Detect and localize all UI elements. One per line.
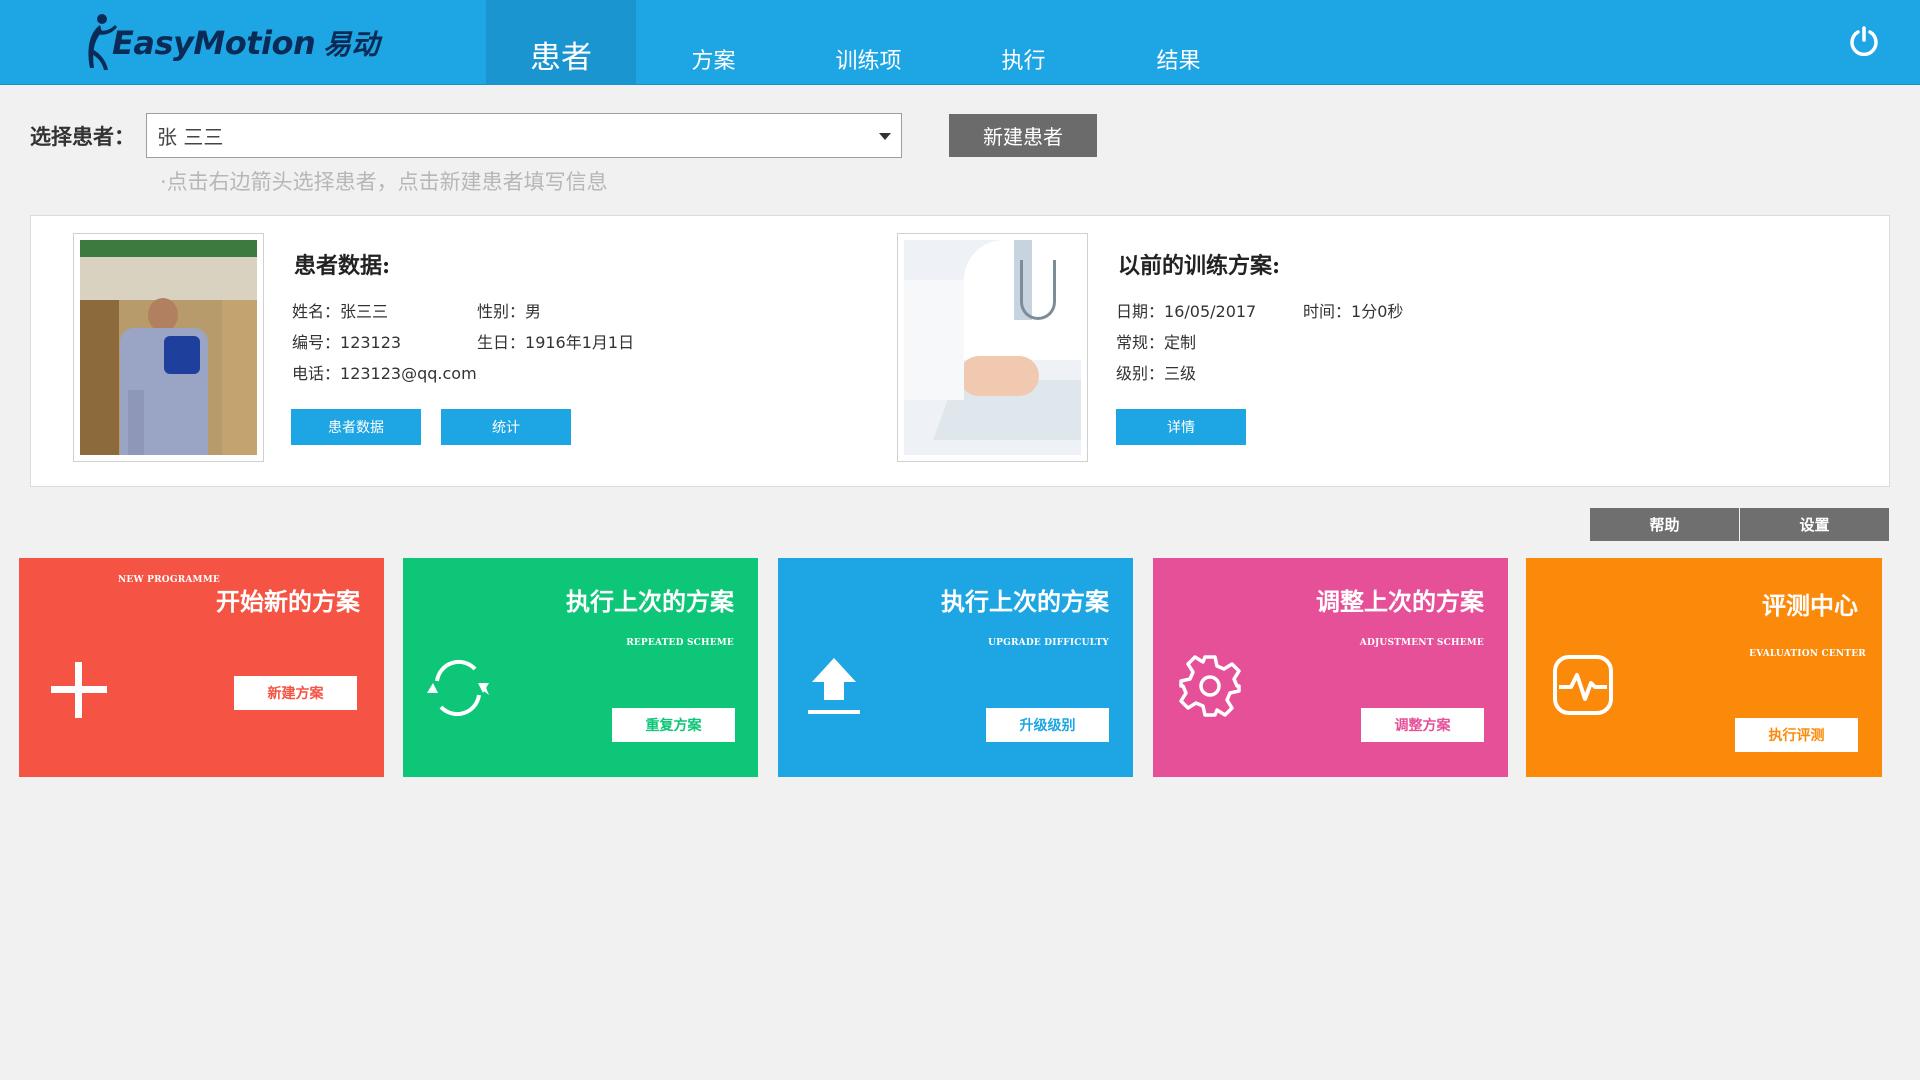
previous-plan-title: 以前的训练方案: (1118, 253, 1281, 279)
tile-subtitle: REPEATED SCHEME (626, 638, 734, 648)
birthday-key: 生日： (477, 333, 526, 352)
upgrade-level-button[interactable]: 升级级别 (986, 708, 1109, 742)
plan-level: 三级 (1164, 364, 1197, 383)
tile-subtitle: UPGRADE DIFFICULTY (988, 638, 1109, 648)
routine-key: 常规： (1116, 333, 1165, 352)
name-key: 姓名： (292, 302, 341, 321)
main-nav: 患者 方案 训练项 执行 结果 (486, 0, 1256, 85)
doctor-photo (897, 233, 1088, 462)
new-plan-button[interactable]: 新建方案 (234, 676, 357, 710)
tile-subtitle: EVALUATION CENTER (1749, 649, 1866, 659)
patient-phone-field: 电话：123123@qq.com (292, 360, 477, 384)
patient-gender-field: 性别：男 (477, 298, 541, 322)
plan-routine: 定制 (1164, 333, 1197, 352)
phone-key: 电话： (292, 364, 341, 383)
tile-upgrade-difficulty[interactable]: 执行上次的方案 UPGRADE DIFFICULTY 升级级别 (778, 558, 1133, 777)
gear-icon (1179, 655, 1241, 717)
plan-time-field: 时间：1分0秒 (1303, 298, 1403, 322)
tile-title: 开始新的方案 (216, 587, 360, 616)
time-key: 时间： (1303, 302, 1352, 321)
tile-evaluation-center[interactable]: 评测中心 EVALUATION CENTER 执行评测 (1526, 558, 1882, 777)
plus-icon (51, 662, 107, 718)
upload-icon (808, 658, 860, 714)
patient-id: 123123 (340, 333, 402, 352)
power-icon[interactable] (1848, 25, 1880, 57)
tile-adjustment-scheme[interactable]: 调整上次的方案 ADJUSTMENT SCHEME 调整方案 (1153, 558, 1508, 777)
info-panel: 患者数据: 姓名：张三三 性别：男 编号：123123 生日：1916年1月1日… (30, 215, 1890, 487)
app-logo: EasyMotion 易动 (82, 12, 379, 74)
refresh-icon (427, 659, 489, 717)
tile-repeated-scheme[interactable]: 执行上次的方案 REPEATED SCHEME 重复方案 (403, 558, 758, 777)
tile-subtitle: NEW PROGRAMME (118, 575, 220, 585)
new-patient-button[interactable]: 新建患者 (949, 114, 1097, 157)
patient-birthday-field: 生日：1916年1月1日 (477, 329, 634, 353)
id-key: 编号： (292, 333, 341, 352)
tile-title: 调整上次的方案 (1316, 587, 1484, 616)
help-button[interactable]: 帮助 (1590, 508, 1739, 541)
dropdown-arrow-icon[interactable] (879, 133, 891, 140)
plan-routine-field: 常规：定制 (1116, 329, 1196, 353)
tab-patient[interactable]: 患者 (486, 0, 636, 85)
patient-select-dropdown[interactable]: 张 三三 (146, 113, 902, 158)
select-patient-label: 选择患者： (30, 125, 135, 149)
settings-button[interactable]: 设置 (1740, 508, 1889, 541)
patient-select-value: 张 三三 (157, 125, 224, 149)
date-key: 日期： (1116, 302, 1165, 321)
patient-name: 张三三 (340, 302, 389, 321)
tile-subtitle: ADJUSTMENT SCHEME (1359, 638, 1484, 648)
tile-new-programme[interactable]: NEW PROGRAMME 开始新的方案 新建方案 (19, 558, 384, 777)
tab-training-items[interactable]: 训练项 (791, 0, 946, 85)
tab-execute[interactable]: 执行 (946, 0, 1101, 85)
tab-plan[interactable]: 方案 (636, 0, 791, 85)
patient-gender: 男 (525, 302, 542, 321)
patient-data-button[interactable]: 患者数据 (291, 409, 421, 445)
run-evaluation-button[interactable]: 执行评测 (1735, 718, 1858, 752)
logo-cn-text: 易动 (323, 28, 380, 61)
select-patient-hint: ·点击右边箭头选择患者，点击新建患者填写信息 (160, 170, 608, 194)
gender-key: 性别： (477, 302, 526, 321)
patient-birthday: 1916年1月1日 (525, 333, 635, 352)
plan-date: 16/05/2017 (1164, 302, 1257, 321)
top-bar: EasyMotion 易动 患者 方案 训练项 执行 结果 (0, 0, 1920, 85)
patient-name-field: 姓名：张三三 (292, 298, 388, 322)
statistics-button[interactable]: 统计 (441, 409, 571, 445)
tile-title: 评测中心 (1762, 592, 1858, 620)
patient-photo (73, 233, 264, 462)
plan-detail-button[interactable]: 详情 (1116, 409, 1246, 445)
adjust-plan-button[interactable]: 调整方案 (1361, 708, 1484, 742)
repeat-plan-button[interactable]: 重复方案 (612, 708, 735, 742)
tile-title: 执行上次的方案 (566, 587, 734, 616)
tab-results[interactable]: 结果 (1101, 0, 1256, 85)
patient-data-title: 患者数据: (294, 253, 391, 279)
patient-phone: 123123@qq.com (340, 364, 477, 383)
plan-level-field: 级别：三级 (1116, 360, 1196, 384)
level-key: 级别： (1116, 364, 1165, 383)
tile-title: 执行上次的方案 (941, 587, 1109, 616)
patient-id-field: 编号：123123 (292, 329, 401, 353)
logo-text: EasyMotion (112, 24, 316, 62)
heartbeat-icon (1553, 655, 1613, 715)
plan-time: 1分0秒 (1351, 302, 1404, 321)
plan-date-field: 日期：16/05/2017 (1116, 298, 1256, 322)
